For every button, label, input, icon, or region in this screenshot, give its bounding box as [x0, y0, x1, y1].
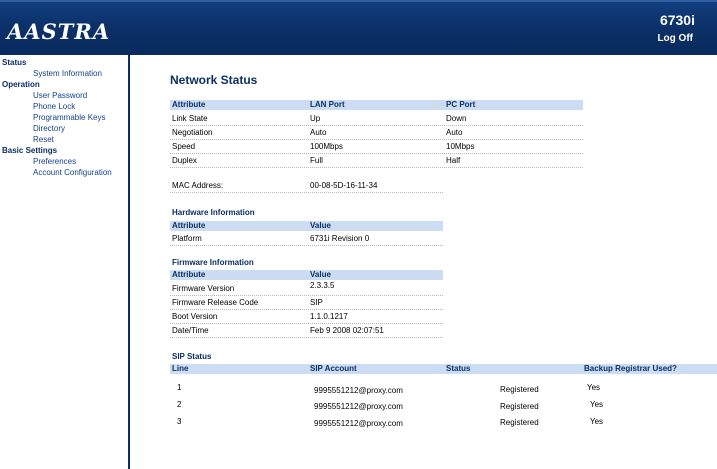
- sip-row-account: 9995551212@proxy.com: [314, 402, 403, 411]
- sip-row-backup: Yes: [590, 417, 604, 426]
- row-divider: [170, 139, 583, 140]
- banner-highlight: [0, 0, 717, 2]
- sip-row-status: Registered: [500, 402, 539, 411]
- firmware-row-label: Date/Time: [172, 326, 209, 335]
- row-divider: [170, 192, 443, 193]
- sidebar-item-preferences[interactable]: Preferences: [33, 157, 76, 166]
- firmware-table-header: [170, 270, 443, 280]
- hardware-row-label: Platform: [172, 234, 202, 243]
- network-row-lan: Up: [310, 114, 321, 123]
- firmware-section-title: Firmware Information: [172, 258, 254, 267]
- main-content: Network Status Attribute LAN Port PC Por…: [130, 55, 717, 469]
- row-divider: [170, 323, 443, 324]
- network-row-pc: Down: [446, 114, 467, 123]
- sip-row-account: 9995551212@proxy.com: [314, 386, 403, 395]
- sidebar-item-phone-lock[interactable]: Phone Lock: [33, 102, 75, 111]
- network-row-label: Negotiation: [172, 128, 213, 137]
- top-banner: AASTRA 6730i Log Off: [0, 0, 717, 55]
- hardware-col-attribute: Attribute: [172, 221, 206, 230]
- firmware-row-label: Firmware Version: [172, 284, 235, 293]
- sip-col-backup-registrar: Backup Registrar Used?: [584, 364, 677, 373]
- phone-model: 6730i: [659, 12, 695, 28]
- sidebar-nav: Status System Information Operation User…: [0, 55, 130, 469]
- row-divider: [170, 337, 443, 338]
- sip-row-status: Registered: [500, 418, 539, 427]
- row-divider: [170, 245, 443, 246]
- network-col-pc-port: PC Port: [446, 100, 476, 109]
- network-row-label: Link State: [172, 114, 208, 123]
- network-table-header: [170, 100, 583, 110]
- sidebar-item-reset[interactable]: Reset: [33, 135, 54, 144]
- firmware-row-label: Boot Version: [172, 312, 218, 321]
- sidebar-item-directory[interactable]: Directory: [33, 124, 65, 133]
- sip-col-account: SIP Account: [310, 364, 357, 373]
- firmware-row-value: SIP: [310, 298, 323, 307]
- network-row-pc: Half: [446, 156, 461, 165]
- firmware-row-value: Feb 9 2008 02:07:51: [310, 326, 384, 335]
- network-col-attribute: Attribute: [172, 100, 206, 109]
- hardware-row-value: 6731i Revision 0: [310, 234, 370, 243]
- page-title: Network Status: [170, 73, 258, 87]
- sip-row-line: 2: [177, 400, 182, 409]
- mac-address-value: 00-08-5D-16-11-34: [310, 181, 378, 190]
- hardware-table-header: [170, 221, 443, 231]
- hardware-section-title: Hardware Information: [172, 208, 255, 217]
- mac-address-label: MAC Address:: [172, 181, 224, 190]
- sidebar-item-programmable-keys[interactable]: Programmable Keys: [33, 113, 105, 122]
- firmware-col-attribute: Attribute: [172, 270, 206, 279]
- row-divider: [170, 309, 443, 310]
- sip-row-line: 1: [177, 383, 182, 392]
- network-row-lan: 100Mbps: [310, 142, 343, 151]
- sidebar-item-account-configuration[interactable]: Account Configuration: [33, 168, 112, 177]
- sip-row-backup: Yes: [587, 383, 601, 392]
- sip-col-status: Status: [446, 364, 471, 373]
- row-divider: [170, 125, 583, 126]
- network-row-lan: Full: [310, 156, 323, 165]
- sidebar-item-system-information[interactable]: System Information: [33, 69, 102, 78]
- sip-row-account: 9995551212@proxy.com: [314, 419, 403, 428]
- firmware-row-value: 2.3.3.5: [310, 281, 335, 290]
- sip-row-status: Registered: [500, 385, 539, 394]
- firmware-row-value: 1.1.0.1217: [310, 312, 348, 321]
- row-divider: [170, 167, 583, 168]
- hardware-col-value: Value: [310, 221, 331, 230]
- network-row-label: Speed: [172, 142, 196, 151]
- row-divider: [170, 153, 583, 154]
- network-row-label: Duplex: [172, 156, 197, 165]
- sidebar-section-status[interactable]: Status: [2, 58, 26, 67]
- row-divider: [170, 295, 443, 296]
- sidebar-section-operation[interactable]: Operation: [2, 80, 40, 89]
- aastra-logo: AASTRA: [7, 19, 111, 44]
- sidebar-item-user-password[interactable]: User Password: [33, 91, 87, 100]
- sidebar-section-basic-settings[interactable]: Basic Settings: [2, 146, 57, 155]
- sip-col-line: Line: [172, 364, 189, 373]
- network-row-pc: Auto: [446, 128, 463, 137]
- firmware-col-value: Value: [310, 270, 331, 279]
- firmware-row-label: Firmware Release Code: [172, 298, 259, 307]
- sip-row-backup: Yes: [590, 400, 604, 409]
- sip-row-line: 3: [177, 417, 182, 426]
- network-row-pc: 10Mbps: [446, 142, 475, 151]
- sip-section-title: SIP Status: [172, 352, 212, 361]
- logoff-link[interactable]: Log Off: [657, 33, 693, 44]
- network-row-lan: Auto: [310, 128, 327, 137]
- network-col-lan-port: LAN Port: [310, 100, 345, 109]
